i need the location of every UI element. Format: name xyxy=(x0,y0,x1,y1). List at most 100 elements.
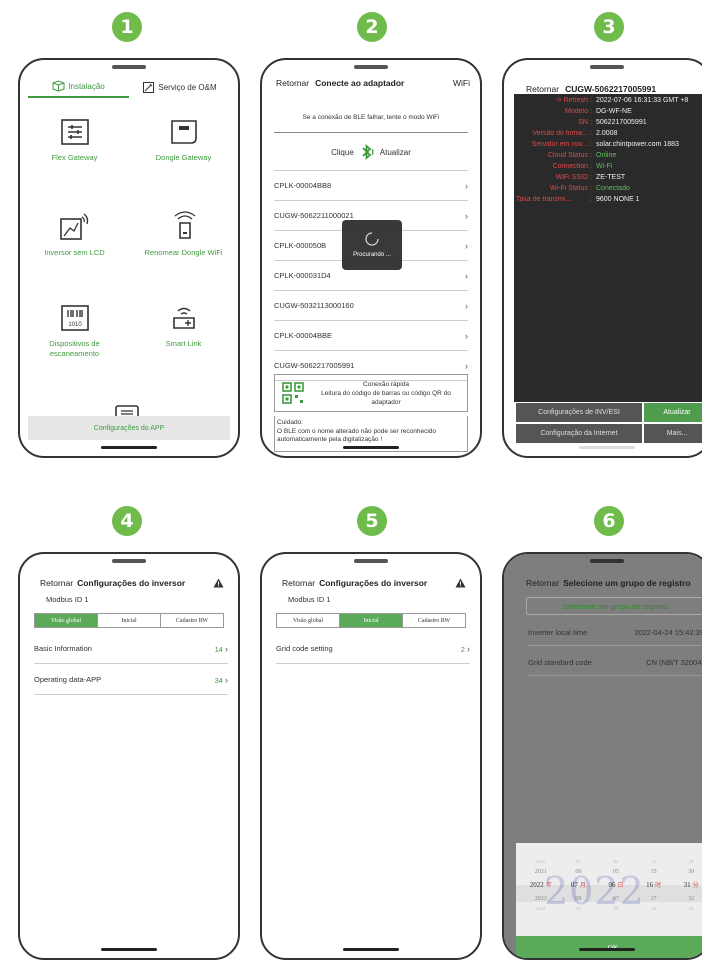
quick-connect-box[interactable]: Conexão rápida Leitura do código de barr… xyxy=(274,374,468,412)
picker-value: 05 xyxy=(576,859,581,864)
item-rename-dongle[interactable]: Renomear Dongle WiFi xyxy=(129,205,238,298)
picker-value: 29 xyxy=(688,859,694,864)
app-settings-button[interactable]: Configurações do APP xyxy=(28,416,230,440)
back-button[interactable]: Retornar xyxy=(282,578,315,588)
header: Retornar Configurações do inversor xyxy=(282,576,466,590)
picker-value: 2021 xyxy=(534,869,547,875)
device-row[interactable]: CPLK-00004BBE › xyxy=(274,321,468,351)
picker-unit: 时 xyxy=(655,883,662,889)
item-flex-gateway[interactable]: Flex Gateway xyxy=(20,112,129,205)
picker-value: 05 xyxy=(612,869,619,875)
picker-value: 14 xyxy=(651,859,656,864)
step-badge-2: 2 xyxy=(357,12,387,42)
page-title: Configurações do inversor xyxy=(319,578,428,588)
phone-notch xyxy=(590,65,624,69)
phone-6-select-register-group: Retornar Selecione um grupo de registro … xyxy=(502,552,702,960)
phone-notch xyxy=(354,559,388,563)
row-count: 2 xyxy=(460,644,465,654)
back-button[interactable]: Retornar xyxy=(40,578,73,588)
picker-column[interactable]: 05 06 07 月 08 09 xyxy=(560,857,598,914)
picker-value: 2020 xyxy=(536,859,546,864)
segment-initial[interactable]: Inicial xyxy=(340,614,403,627)
field-key: Taxa de transmi... xyxy=(516,196,572,203)
status-field-sn: SN:5062217005991 xyxy=(514,119,702,130)
ok-button[interactable]: OK xyxy=(516,936,702,958)
segment-overview[interactable]: Visão global xyxy=(277,614,340,627)
picker-column[interactable]: 14 15 16 时 17 18 xyxy=(635,857,673,914)
back-button[interactable]: Retornar xyxy=(526,578,559,588)
chevron-right-icon: › xyxy=(465,330,468,341)
spinner-icon xyxy=(365,232,379,246)
step-badge-1: 1 xyxy=(112,12,142,42)
warning-icon[interactable] xyxy=(455,578,466,588)
picker-column[interactable]: 29 30 31 分 32 33 xyxy=(672,857,702,914)
back-button[interactable]: Retornar xyxy=(276,78,309,88)
field-key: Cloud Status xyxy=(547,152,588,159)
item-inverter-no-lcd[interactable]: Inversor sem LCD xyxy=(20,205,129,298)
row-label: Inverter local time xyxy=(528,628,588,637)
tab-om-service[interactable]: Serviço de O&M xyxy=(129,76,230,98)
picker-column[interactable]: 04 05 06 日 07 08 xyxy=(597,857,635,914)
picker-value: 09 xyxy=(576,906,581,911)
row-value: 2022-04-24 15:42:39 xyxy=(634,628,702,637)
select-group-button[interactable]: Selecione um grupo de registro xyxy=(526,597,702,615)
inverter-wifi-icon xyxy=(59,213,88,240)
field-key: -> Refresh xyxy=(555,97,588,104)
row-count: 34 xyxy=(214,675,223,685)
field-value: Online xyxy=(596,152,617,159)
segment-overview[interactable]: Visão global xyxy=(35,614,98,627)
scan-refresh-row[interactable]: Clique Atualizar xyxy=(262,142,480,162)
picker-value: 07 月 xyxy=(570,881,586,889)
device-name: CUGW-5062211000021 xyxy=(274,211,354,220)
inv-esi-settings-button[interactable]: Configurações de INV/ESI xyxy=(516,403,642,422)
field-key: Modelo xyxy=(565,108,588,115)
settings-row-grid-code[interactable]: Grid code setting 2 › xyxy=(276,634,470,664)
warning-icon[interactable] xyxy=(213,578,224,588)
chevron-right-icon: › xyxy=(465,360,468,371)
field-value: ZE-TEST xyxy=(596,174,626,181)
step-badge-6: 6 xyxy=(594,506,624,536)
picker-column[interactable]: 2020 2021 2022 年 2023 2024 xyxy=(522,857,560,914)
status-field-firmware: Versão do firmw...:2.0008 xyxy=(514,130,702,141)
field-value: DG-WF-NE xyxy=(596,108,632,115)
segment-rw-register[interactable]: Cadastro RW xyxy=(161,614,223,627)
device-name: CPLK-000050B xyxy=(274,241,327,250)
field-key: Versão do firmw... xyxy=(532,130,588,137)
dongle-wifi-icon xyxy=(174,211,195,239)
more-button[interactable]: Mais... xyxy=(644,424,702,443)
settings-row-operating-data[interactable]: Operating data-APP 34 › xyxy=(34,665,228,695)
segment-rw-register[interactable]: Cadastro RW xyxy=(403,614,465,627)
internet-config-button[interactable]: Configuração da Internet xyxy=(516,424,642,443)
wifi-mode-button[interactable]: WiFi xyxy=(453,78,470,88)
click-label: Clique xyxy=(331,147,354,157)
setting-row-local-time[interactable]: Inverter local time 2022-04-24 15:42:39 xyxy=(528,620,702,646)
device-row[interactable]: CPLK-00004BB8 › xyxy=(274,171,468,201)
tab-installation[interactable]: Instalação xyxy=(28,76,129,98)
phone-2-connect-adapter: Retornar Conecte ao adaptador WiFi Se a … xyxy=(260,58,482,458)
back-button[interactable]: Retornar xyxy=(526,84,559,94)
step-badge-4: 4 xyxy=(112,506,142,536)
row-value: CN (NB/T 32004) xyxy=(646,658,702,667)
wrench-doc-icon xyxy=(143,81,155,93)
status-field-refresh: -> Refresh:2022-07-06 16:31:33 GMT +8 xyxy=(514,97,702,108)
phone-1-installation: Instalação Serviço de O&M Flex Gateway D… xyxy=(18,58,240,458)
quick-connect-desc: Leitura do código de barras ou código QR… xyxy=(321,389,451,406)
field-value: 2.0008 xyxy=(596,130,618,137)
home-indicator xyxy=(579,948,635,951)
device-row[interactable]: CUGW-5032113000160 › xyxy=(274,291,468,321)
segment-initial[interactable]: Inicial xyxy=(98,614,161,627)
item-smart-link[interactable]: Smart Link xyxy=(129,298,238,391)
device-name: CUGW-5062217005991 xyxy=(274,361,355,370)
installation-grid: Flex Gateway Dongle Gateway Inversor sem… xyxy=(20,112,238,391)
picker-value: 08 xyxy=(575,896,582,902)
item-dongle-gateway[interactable]: Dongle Gateway xyxy=(129,112,238,205)
settings-row-basic-info[interactable]: Basic Information 14 › xyxy=(34,634,228,664)
item-scanning-devices[interactable]: 1010 Dispositivos de escaneamento xyxy=(20,298,129,391)
date-time-picker[interactable]: 2022 2020 2021 2022 年 2023 2024 05 06 07 月 08 09 04 0… xyxy=(516,843,702,958)
picker-value: 06 xyxy=(575,869,582,875)
refresh-button[interactable]: Atualizar xyxy=(644,403,702,422)
refresh-label: Atualizar xyxy=(379,147,411,157)
chevron-right-icon: › xyxy=(465,300,468,311)
phone-notch xyxy=(112,65,146,69)
setting-row-grid-code[interactable]: Grid standard code CN (NB/T 32004) xyxy=(528,650,702,676)
